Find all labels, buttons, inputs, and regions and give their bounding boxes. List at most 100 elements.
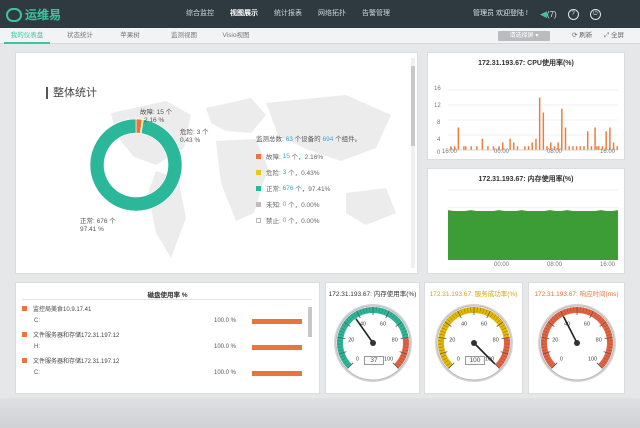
donut-label-fault: 故障: 15 个 2.16 % xyxy=(140,109,172,125)
monitor-summary: 监测总数: 63 个设备的 694 个组件。 xyxy=(256,133,361,143)
gauge-hub xyxy=(370,340,376,346)
top-navbar: 运维易 综合监控 视图展示 统计报表 网络拓扑 告警管理 管理员 欢迎登陆 ! … xyxy=(0,0,640,28)
disk-host-row[interactable]: 文件服务器和存储172.31.197.12 xyxy=(22,353,119,367)
donut-label-danger: 危险: 3 个 0.43 % xyxy=(180,129,209,145)
cpu-x-tick: 08:00 xyxy=(547,149,563,155)
cpu-bar xyxy=(524,146,526,150)
gauge-panel-response: 172.31.193.67: 响应时间(ms) 020406080100 xyxy=(528,282,625,394)
logo-icon xyxy=(6,7,22,22)
legend-swatch xyxy=(256,185,261,191)
cpu-bar xyxy=(476,146,478,150)
tab-apple-tree[interactable]: 苹果树 xyxy=(110,28,150,44)
gauge-panel-memory: 172.31.193.67: 内存使用率(%) 0 20 40 60 80 100 37 xyxy=(325,282,420,394)
cpu-bar xyxy=(579,146,582,150)
legend-swatch xyxy=(256,217,261,223)
scrollbar-thumb[interactable] xyxy=(411,66,415,146)
donut-label-normal-pct: 97.41 % xyxy=(80,226,104,233)
disk-usage-bar xyxy=(252,345,302,350)
app-logo[interactable]: 运维易 xyxy=(6,6,61,23)
status-legend: 故障: 15 个，2.16% 危险: 3 个，0.43% 正常: 676 个，9… xyxy=(256,148,330,228)
memory-gauge: 02040 6080100 xyxy=(334,304,412,382)
legend-row-disabled[interactable]: 禁止: 0 个，0.00% xyxy=(256,212,330,228)
cpu-bar-chart xyxy=(448,89,618,151)
gauge-tick-label: 0 xyxy=(356,357,359,363)
donut-label-danger-pct: 0.43 % xyxy=(180,137,201,144)
gauge-tick-label: 100 xyxy=(384,357,393,363)
power-icon[interactable]: ⏻ xyxy=(589,8,601,20)
help-icon[interactable]: ? xyxy=(567,8,579,20)
gauge-tick-label: 40 xyxy=(461,321,467,327)
disk-drive-row[interactable]: C: 100.0 % xyxy=(34,367,302,379)
sub-nav: 我的仪表盘 状态统计 苹果树 监测视图 Visio视图 请选择屏 ▾ ⟳ 刷新 … xyxy=(0,28,640,44)
cpu-bar xyxy=(465,146,467,150)
mem-x-tick: 08:00 xyxy=(547,262,563,268)
disk-drive-row[interactable]: H: 100.0 % xyxy=(34,341,302,353)
legend-swatch xyxy=(256,201,261,207)
overview-title: 整体统计 xyxy=(46,87,97,99)
cpu-bar xyxy=(481,138,484,150)
response-time-gauge: 020406080100 xyxy=(538,304,616,382)
refresh-button[interactable]: ⟳ 刷新 xyxy=(572,28,592,44)
disk-host-row[interactable]: 监控局美食10.9.17.41 xyxy=(22,301,91,315)
gauge-tick-label: 80 xyxy=(392,338,398,344)
cpu-x-tick: 16:00 xyxy=(600,149,616,155)
summary-components: 694 xyxy=(322,136,334,143)
gauge-title: 172.31.193.67: 服务成功率(%) xyxy=(429,291,518,298)
gauge-tick-label: 0 xyxy=(560,357,563,363)
cpu-bar xyxy=(561,108,563,150)
world-map-watermark xyxy=(111,95,396,258)
disk-usage-title: 磁盘使用率 % xyxy=(147,292,188,299)
legend-row-unknown[interactable]: 未知: 0 个，0.00% xyxy=(256,196,330,212)
legend-row-fault[interactable]: 故障: 15 个，2.16% xyxy=(256,148,330,164)
gauge-tick-label: 60 xyxy=(380,321,386,327)
disk-usage-panel: 磁盘使用率 % 监控局美食10.9.17.41 C: 100.0 % 文件服务器和… xyxy=(15,282,320,394)
nav-item-views[interactable]: 视图展示 xyxy=(222,0,266,28)
summary-prefix: 监测总数: xyxy=(256,136,286,143)
disk-usage-bar xyxy=(252,319,302,324)
nav-item-overview[interactable]: 综合监控 xyxy=(178,0,222,28)
tab-status-stats[interactable]: 状态统计 xyxy=(58,28,102,44)
cpu-bar xyxy=(535,138,537,150)
donut-label-fault-count: 故障: 15 个 xyxy=(140,109,173,116)
memory-area-chart xyxy=(448,189,618,261)
gauge-tick-label: 80 xyxy=(493,338,499,344)
divider xyxy=(22,299,312,300)
legend-row-danger[interactable]: 危险: 3 个，0.43% xyxy=(256,164,330,180)
disk-host-row[interactable]: 文件服务器和存储172.31.197.12 xyxy=(22,327,119,341)
gauge-tick-label: 20 xyxy=(348,338,354,344)
tab-visio-view[interactable]: Visio视图 xyxy=(214,28,258,44)
nav-item-alerts[interactable]: 告警管理 xyxy=(354,0,398,28)
gauge-title: 172.31.193.67: 响应时间(ms) xyxy=(534,291,619,298)
legend-row-normal[interactable]: 正常: 676 个，97.41% xyxy=(256,180,330,196)
cpu-bar xyxy=(531,142,533,150)
toolbar-icons: ◀(7) ? ⏻ xyxy=(540,0,601,28)
fullscreen-button[interactable]: ⤢ 全屏 xyxy=(604,28,624,44)
donut-slice-正常 xyxy=(89,118,183,212)
gauge-tick-label: 60 xyxy=(584,321,590,327)
cpu-bar xyxy=(575,146,578,150)
tab-my-dashboard[interactable]: 我的仪表盘 xyxy=(4,28,50,44)
gauge-tick-label: 80 xyxy=(596,338,602,344)
gauge-title: 172.31.193.67: 内存使用率(%) xyxy=(328,291,417,298)
notifications-count: (7) xyxy=(546,9,557,19)
notifications-button[interactable]: ◀(7) xyxy=(540,9,557,20)
host-marker xyxy=(22,357,27,363)
overview-panel: 整体统计 故障: 15 个 2.16 % 危险: 3 个 0.43 % 正常: … xyxy=(15,52,418,274)
user-greeting[interactable]: 管理员 欢迎登陆 ! xyxy=(473,0,528,28)
nav-item-reports[interactable]: 统计报表 xyxy=(266,0,310,28)
cpu-y-tick: 8 xyxy=(437,120,441,126)
disk-scrollbar[interactable] xyxy=(308,307,312,337)
disk-drive-row[interactable]: C: 100.0 % xyxy=(34,315,302,327)
status-donut-chart xyxy=(89,118,183,212)
overview-scrollbar[interactable] xyxy=(411,58,415,268)
gauge-value: 100 xyxy=(465,356,485,365)
cpu-bar xyxy=(590,146,593,150)
donut-label-fault-pct: 2.16 % xyxy=(144,117,165,124)
cpu-chart-title: 172.31.193.67: CPU使用率(%) xyxy=(478,60,574,67)
nav-item-topology[interactable]: 网络拓扑 xyxy=(310,0,354,28)
legend-swatch xyxy=(256,169,261,175)
cpu-bar xyxy=(616,146,618,150)
tab-monitor-view[interactable]: 监测视图 xyxy=(162,28,206,44)
screen-select[interactable]: 请选择屏 ▾ xyxy=(498,31,550,41)
cpu-bar xyxy=(594,127,596,150)
